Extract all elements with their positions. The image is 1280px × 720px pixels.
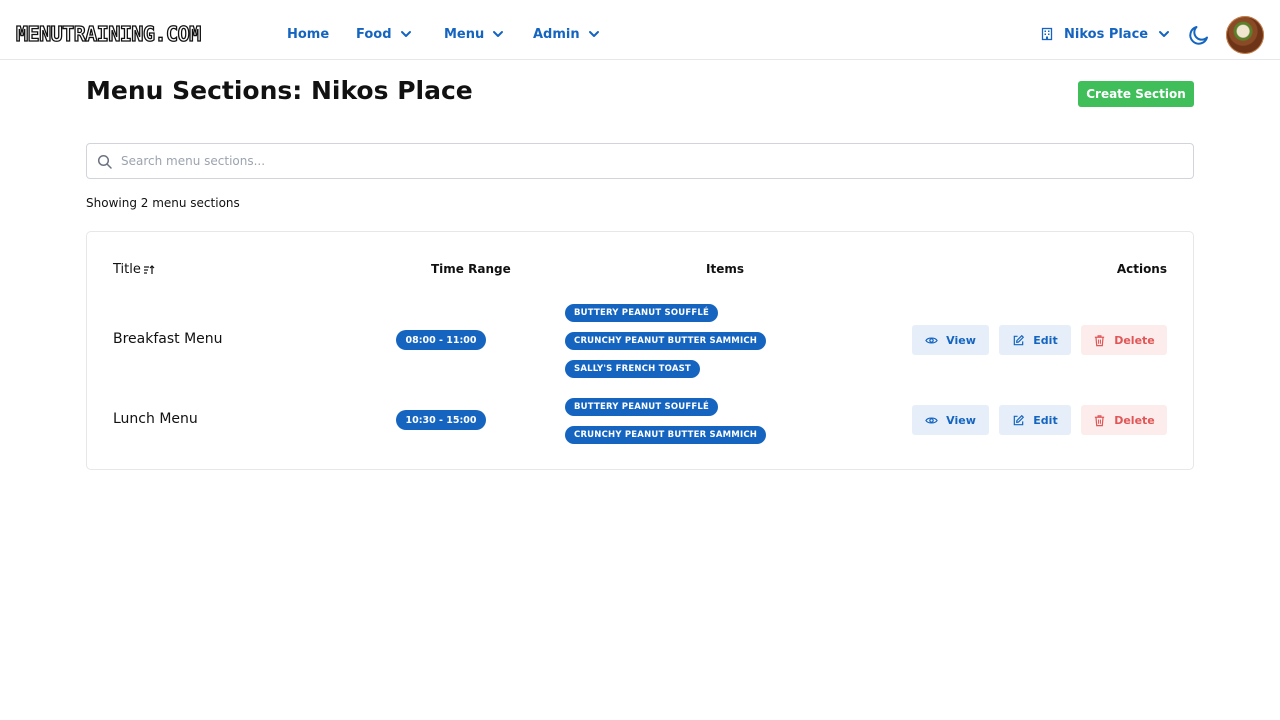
chevron-down-icon [1159, 31, 1170, 37]
nav-item-admin[interactable]: Admin [533, 24, 600, 44]
results-count: Showing 2 menu sections [86, 196, 240, 210]
view-button[interactable]: View [912, 405, 989, 435]
column-title-label: Title [113, 262, 141, 277]
view-button[interactable]: View [912, 325, 989, 355]
item-badge: BUTTERY PEANUT SOUFFLÉ [565, 304, 719, 322]
edit-button[interactable]: Edit [999, 325, 1071, 355]
top-navbar: MENUTRAINING.COM Home Food Menu Admin Ni… [0, 0, 1280, 60]
item-badge: BUTTERY PEANUT SOUFFLÉ [565, 398, 719, 416]
search-input[interactable] [121, 144, 1181, 178]
nav-item-food[interactable]: Food [356, 24, 412, 44]
search-icon [97, 154, 112, 169]
user-avatar[interactable] [1226, 16, 1264, 54]
column-header-actions: Actions [1116, 262, 1167, 276]
section-title: Lunch Menu [113, 411, 198, 427]
view-label: View [946, 333, 976, 347]
nav-item-menu[interactable]: Menu [444, 24, 504, 44]
trash-icon [1095, 414, 1105, 426]
column-header-items: Items [706, 262, 744, 276]
delete-button[interactable]: Delete [1081, 405, 1167, 435]
edit-icon [1013, 334, 1025, 345]
site-logo[interactable]: MENUTRAINING.COM [15, 21, 201, 46]
item-badge: CRUNCHY PEANUT BUTTER SAMMICH [565, 332, 767, 350]
nav-item-home[interactable]: Home [287, 24, 329, 44]
section-title: Breakfast Menu [113, 331, 223, 347]
restaurant-switcher[interactable]: Nikos Place [1040, 24, 1170, 44]
nav-home-label: Home [287, 26, 330, 42]
item-badge-list: BUTTERY PEANUT SOUFFLÉ CRUNCHY PEANUT BU… [565, 304, 767, 378]
table-row: Lunch Menu 10:30 - 15:00 BUTTERY PEANUT … [87, 394, 1193, 446]
edit-icon [1013, 414, 1025, 425]
edit-button[interactable]: Edit [999, 405, 1071, 435]
menu-sections-table: Title Time Range Items Actions Breakfast… [86, 231, 1194, 470]
item-badge: SALLY'S FRENCH TOAST [565, 360, 700, 378]
create-section-button[interactable]: Create Section [1078, 81, 1194, 107]
view-label: View [946, 413, 976, 427]
item-badge-list: BUTTERY PEANUT SOUFFLÉ CRUNCHY PEANUT BU… [565, 398, 767, 444]
delete-label: Delete [1114, 413, 1155, 427]
table-row: Breakfast Menu 08:00 - 11:00 BUTTERY PEA… [87, 300, 1193, 380]
page-title: Menu Sections: Nikos Place [86, 76, 473, 105]
building-icon [1041, 27, 1053, 41]
item-badge: CRUNCHY PEANUT BUTTER SAMMICH [565, 426, 767, 444]
column-header-title[interactable]: Title [113, 262, 155, 277]
sort-ascending-icon [143, 264, 155, 274]
eye-icon [925, 416, 938, 424]
chevron-down-icon [588, 31, 599, 37]
nav-admin-label: Admin [533, 26, 580, 42]
chevron-down-icon [400, 31, 411, 37]
search-box [86, 143, 1194, 179]
nav-food-label: Food [356, 26, 392, 42]
edit-label: Edit [1033, 413, 1058, 427]
trash-icon [1095, 334, 1105, 346]
column-header-time-range: Time Range [431, 262, 511, 276]
restaurant-name: Nikos Place [1064, 26, 1149, 42]
dark-mode-toggle-icon[interactable] [1187, 23, 1211, 47]
time-range-badge: 08:00 - 11:00 [396, 330, 486, 350]
eye-icon [925, 336, 938, 344]
time-range-badge: 10:30 - 15:00 [396, 410, 486, 430]
delete-label: Delete [1114, 333, 1155, 347]
delete-button[interactable]: Delete [1081, 325, 1167, 355]
chevron-down-icon [493, 31, 504, 37]
edit-label: Edit [1033, 333, 1058, 347]
nav-menu-label: Menu [444, 26, 485, 42]
